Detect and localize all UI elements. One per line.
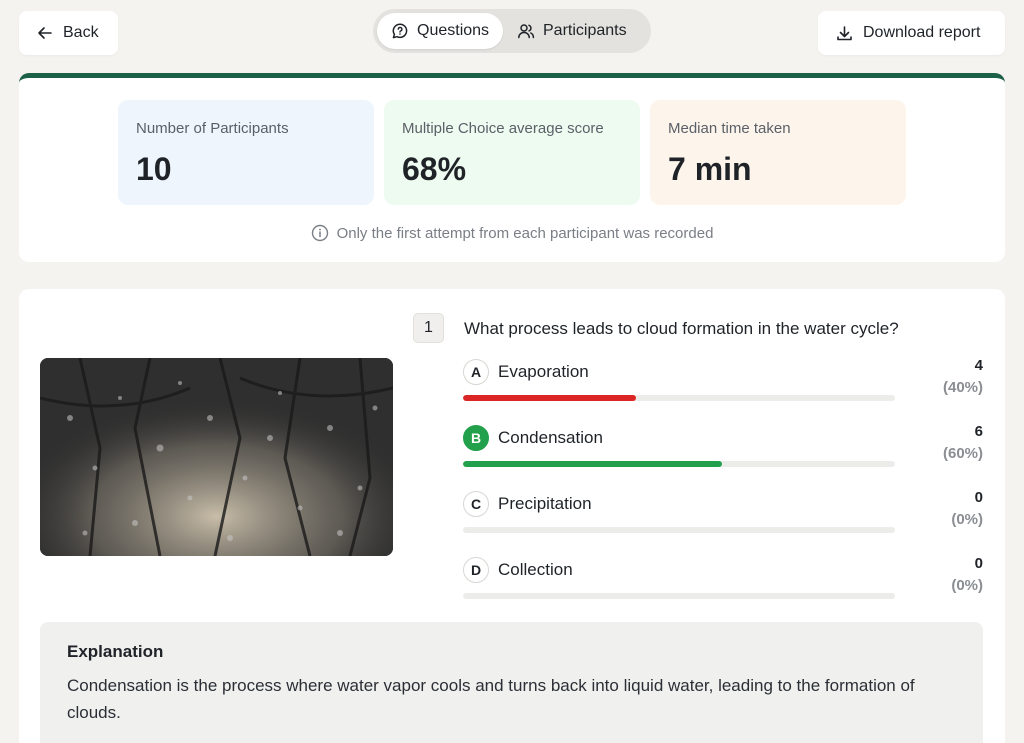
- option-letter: A: [463, 359, 489, 385]
- tab-questions-label: Questions: [417, 22, 490, 39]
- tab-participants[interactable]: Participants: [503, 13, 647, 49]
- info-icon: [311, 224, 329, 242]
- view-toggle: Questions Participants: [373, 9, 651, 53]
- stat-value: 7 min: [668, 151, 752, 187]
- option-percent: (40%): [942, 379, 983, 396]
- option-bar-track: [463, 593, 895, 599]
- option-bar-track: [463, 395, 895, 401]
- explanation-heading: Explanation: [67, 642, 164, 661]
- download-icon: [836, 25, 853, 42]
- option-label: Evaporation: [498, 362, 589, 381]
- attempt-note: Only the first attempt from each partici…: [19, 224, 1005, 242]
- back-button[interactable]: Back: [19, 11, 118, 55]
- option-label: Precipitation: [498, 494, 592, 513]
- stat-label: Multiple Choice average score: [402, 120, 604, 137]
- option-percent: (60%): [942, 445, 983, 462]
- users-icon: [517, 22, 535, 40]
- question-text: What process leads to cloud formation in…: [464, 319, 899, 338]
- option-count: 0: [974, 555, 983, 572]
- option-count: 4: [974, 357, 983, 374]
- stat-median-time: Median time taken 7 min: [650, 100, 906, 205]
- back-label: Back: [63, 24, 99, 41]
- option-bar-fill: [463, 461, 723, 467]
- option-percent: (0%): [951, 577, 983, 594]
- option-bar-track: [463, 527, 895, 533]
- stat-value: 68%: [402, 151, 467, 187]
- tab-participants-label: Participants: [543, 22, 627, 39]
- answer-option: D Collection 0 (0%): [463, 555, 983, 617]
- answer-option: C Precipitation 0 (0%): [463, 489, 983, 551]
- option-bar-fill: [463, 395, 636, 401]
- chat-question-icon: [391, 22, 409, 40]
- download-label: Download report: [863, 24, 981, 41]
- option-count: 0: [974, 489, 983, 506]
- stat-value: 10: [136, 151, 172, 187]
- option-label: Collection: [498, 560, 573, 579]
- stat-label: Median time taken: [668, 120, 791, 137]
- tab-questions[interactable]: Questions: [377, 13, 503, 49]
- explanation-text: Condensation is the process where water …: [67, 676, 915, 722]
- option-letter: C: [463, 491, 489, 517]
- stat-participants: Number of Participants 10: [118, 100, 374, 205]
- question-card: 1 What process leads to cloud formation …: [19, 289, 1005, 743]
- stat-average-score: Multiple Choice average score 68%: [384, 100, 640, 205]
- question-number: 1: [413, 313, 444, 343]
- option-letter-correct: B: [463, 425, 489, 451]
- question-image: [40, 358, 393, 556]
- explanation-panel: Explanation Condensation is the process …: [40, 622, 983, 743]
- attempt-note-text: Only the first attempt from each partici…: [336, 224, 714, 242]
- stat-label: Number of Participants: [136, 120, 289, 137]
- option-letter: D: [463, 557, 489, 583]
- option-bar-track: [463, 461, 895, 467]
- arrow-left-icon: [37, 25, 53, 41]
- option-percent: (0%): [951, 511, 983, 528]
- download-report-button[interactable]: Download report: [818, 11, 1005, 55]
- option-label: Condensation: [498, 428, 603, 447]
- summary-card: Number of Participants 10 Multiple Choic…: [19, 73, 1005, 262]
- option-count: 6: [974, 423, 983, 440]
- answer-option: B Condensation 6 (60%): [463, 423, 983, 485]
- answer-option: A Evaporation 4 (40%): [463, 357, 983, 419]
